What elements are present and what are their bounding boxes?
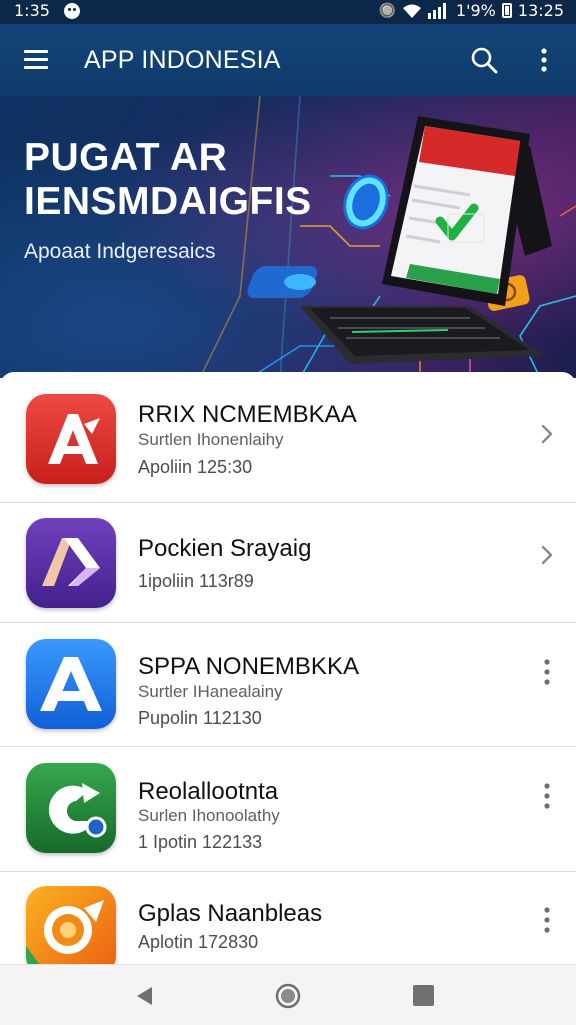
app-bar: APP INDONESIA xyxy=(0,24,576,96)
app-meta: 1 Ipotin 122133 xyxy=(138,832,263,852)
home-icon[interactable] xyxy=(275,983,301,1009)
system-nav-bar xyxy=(0,964,576,1025)
chevron-right-icon[interactable] xyxy=(538,543,556,567)
app-icon-green xyxy=(26,763,116,853)
app-subtitle: Surtler IHanealainy xyxy=(138,682,283,701)
app-name: Reolallootnta xyxy=(138,778,279,805)
back-icon[interactable] xyxy=(134,985,154,1007)
more-vert-icon[interactable] xyxy=(540,782,554,810)
app-icon-purple xyxy=(26,518,116,608)
app-list: RRIX NCMEMBKAA Surtlen Ihonenlaihy Apoli… xyxy=(0,372,576,964)
search-icon[interactable] xyxy=(470,46,498,74)
wifi-icon xyxy=(402,4,421,18)
app-meta: Aplotin 172830 xyxy=(138,932,259,952)
signal-icon xyxy=(427,2,446,19)
list-item[interactable]: Gplas Naanbleas Aplotin 172830 xyxy=(0,872,576,964)
app-subtitle: Surtlen Ihonenlaihy xyxy=(138,430,284,449)
app-icon-red xyxy=(26,394,116,484)
app-name: Pockien Srayaig xyxy=(138,535,312,562)
chevron-right-icon[interactable] xyxy=(538,422,556,446)
app-meta: 1ipoliin 113r89 xyxy=(138,571,254,591)
chip-icon xyxy=(247,266,318,298)
app-icon-blue xyxy=(26,639,116,729)
battery-percent: 1'9% xyxy=(455,1,496,20)
hero-title: PUGAT AR IENSMDAIGFIS xyxy=(24,136,312,224)
ring-icon xyxy=(343,174,389,230)
hero-title-line1: PUGAT AR xyxy=(24,136,228,179)
more-vert-icon[interactable] xyxy=(540,906,554,934)
list-item[interactable]: RRIX NCMEMBKAA Surtlen Ihonenlaihy Apoli… xyxy=(0,372,576,503)
app-icon-orange xyxy=(26,886,116,964)
notification-icon xyxy=(63,2,80,19)
device-illustration xyxy=(300,116,552,364)
more-vert-icon[interactable] xyxy=(540,658,554,686)
status-time-left: 1:35 xyxy=(14,1,50,20)
app-name: Gplas Naanbleas xyxy=(138,900,323,927)
app-meta: Apoliin 125:30 xyxy=(138,457,253,477)
status-time-right: 13:25 xyxy=(517,1,564,20)
vibrate-icon: 🔘 xyxy=(378,2,396,19)
status-bar: 1:35 🔘 1'9% 13:25 xyxy=(0,0,576,24)
more-vert-icon[interactable] xyxy=(536,46,552,74)
app-meta: Pupolin 112130 xyxy=(138,708,262,728)
list-item[interactable]: Reolallootnta Surlen Ihonoolathy 1 Ipoti… xyxy=(0,747,576,872)
app-title: APP INDONESIA xyxy=(84,46,281,74)
app-name: SPPA NONEMBKKA xyxy=(138,653,359,680)
battery-icon xyxy=(501,3,512,18)
recents-icon[interactable] xyxy=(413,985,434,1006)
list-item[interactable]: Pockien Srayaig 1ipoliin 113r89 xyxy=(0,503,576,623)
list-item[interactable]: SPPA NONEMBKKA Surtler IHanealainy Pupol… xyxy=(0,623,576,747)
app-subtitle: Surlen Ihonoolathy xyxy=(138,806,280,825)
hero-banner[interactable]: PUGAT AR IENSMDAIGFIS Apoaat Indgeresaic… xyxy=(0,96,576,378)
hero-title-line2: IENSMDAIGFIS xyxy=(24,180,312,223)
app-name: RRIX NCMEMBKAA xyxy=(138,401,357,428)
hero-subtitle: Apoaat Indgeresaics xyxy=(24,240,216,263)
menu-icon[interactable] xyxy=(24,50,48,70)
